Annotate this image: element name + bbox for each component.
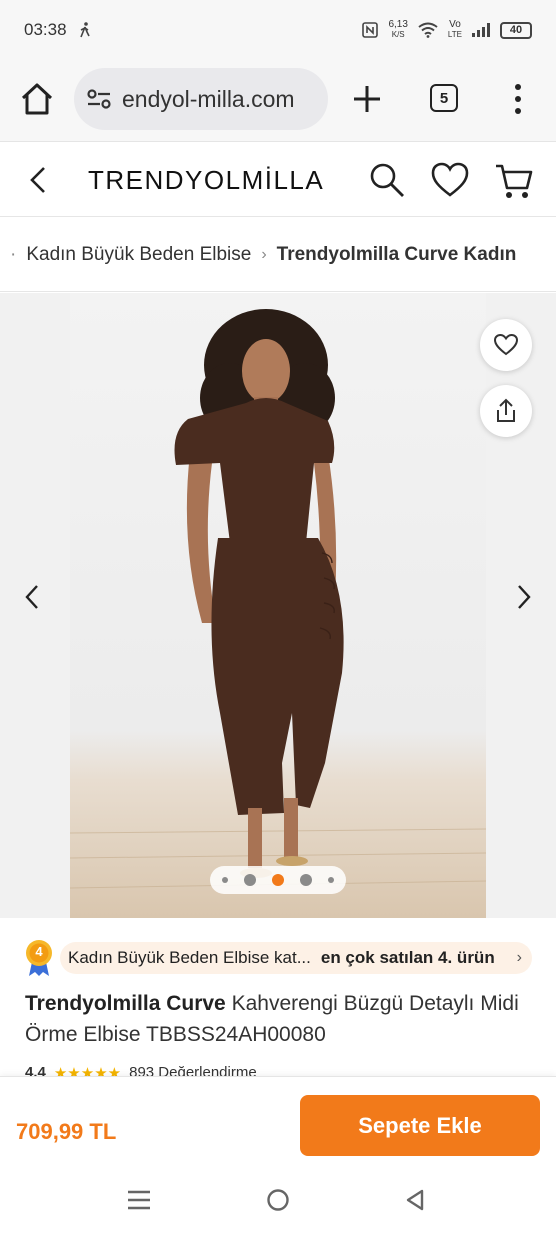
chevron-left-icon — [25, 585, 38, 609]
breadcrumb-item-current[interactable]: Trendyolmilla Curve Kadın — [277, 244, 517, 266]
status-time: 03:38 — [24, 20, 67, 39]
network-speed: 6,13 K/S — [388, 19, 408, 40]
bestseller-rank: en çok satılan 4. ürün — [320, 948, 495, 967]
menu-lines-icon — [128, 1190, 150, 1210]
status-bar: 03:38 6,13 K/S Vo LTE 40 — [0, 0, 556, 60]
address-bar[interactable]: endyol-milla.com — [74, 68, 328, 130]
heart-icon — [431, 162, 469, 197]
chevron-right-icon: › — [516, 949, 522, 966]
site-settings-icon[interactable] — [86, 86, 112, 112]
browser-menu-button[interactable] — [508, 82, 528, 116]
breadcrumb-separator-icon: › — [261, 245, 267, 263]
gallery-dot[interactable] — [244, 874, 256, 886]
site-logo[interactable]: TRENDYOLMİLLA — [88, 165, 324, 196]
cart-icon — [496, 164, 533, 198]
new-tab-button[interactable] — [352, 84, 382, 114]
gallery-dot[interactable] — [222, 877, 228, 883]
plus-icon — [354, 86, 380, 112]
gallery-dot[interactable] — [328, 877, 334, 883]
back-nav-button[interactable] — [404, 1188, 426, 1217]
favorite-button[interactable] — [480, 319, 532, 371]
product-brand[interactable]: Trendyolmilla Curve — [25, 992, 226, 1015]
home-icon — [21, 83, 53, 115]
breadcrumb-dot: · — [10, 243, 17, 265]
wifi-icon — [418, 22, 438, 38]
chevron-left-icon — [30, 167, 45, 193]
signal-icon — [472, 23, 490, 37]
product-price: 709,99 TL — [16, 1119, 117, 1144]
recents-button[interactable] — [126, 1188, 152, 1217]
rank-badge-number: 4 — [35, 944, 43, 959]
back-button[interactable] — [26, 165, 50, 200]
gallery-pagination[interactable] — [210, 866, 346, 894]
chevron-right-icon — [518, 585, 531, 609]
gallery-dot-active[interactable] — [272, 874, 284, 886]
product-photo-model — [70, 309, 486, 889]
gallery-dot[interactable] — [300, 874, 312, 886]
product-image[interactable] — [70, 293, 486, 918]
product-title: Trendyolmilla Curve Kahverengi Büzgü Det… — [25, 988, 535, 1050]
nfc-icon — [362, 22, 379, 38]
site-header: TRENDYOLMİLLA — [0, 143, 556, 217]
bestseller-category: Kadın Büyük Beden Elbise kat... — [68, 948, 311, 967]
more-vertical-icon — [515, 84, 521, 114]
breadcrumb-item[interactable]: Kadın Büyük Beden Elbise — [26, 244, 251, 266]
bestseller-banner[interactable]: 4 Kadın Büyük Beden Elbise kat... en çok… — [22, 940, 532, 976]
tab-count: 5 — [430, 84, 458, 112]
home-button[interactable] — [18, 80, 56, 118]
share-icon — [497, 398, 515, 422]
system-navigation-bar — [0, 1166, 556, 1235]
purchase-bar: 709,99 TL Sepete Ekle — [0, 1076, 556, 1166]
search-button[interactable] — [368, 161, 406, 204]
heart-icon — [493, 333, 519, 356]
add-to-cart-button[interactable]: Sepete Ekle — [300, 1095, 540, 1156]
search-icon — [370, 163, 404, 197]
circle-home-icon — [267, 1189, 289, 1211]
breadcrumb: · Kadın Büyük Beden Elbise › Trendyolmil… — [0, 218, 556, 292]
gallery-prev-button[interactable] — [22, 583, 42, 616]
share-button[interactable] — [480, 385, 532, 437]
product-gallery[interactable] — [0, 293, 556, 918]
rank-badge: 4 — [22, 938, 56, 978]
browser-toolbar: endyol-milla.com 5 — [0, 60, 556, 142]
gallery-next-button[interactable] — [514, 583, 534, 616]
volte-indicator: Vo LTE — [447, 19, 462, 40]
triangle-back-icon — [406, 1189, 424, 1211]
home-nav-button[interactable] — [266, 1188, 290, 1217]
battery-indicator: 40 — [500, 21, 532, 39]
cart-button[interactable] — [494, 161, 534, 206]
tab-switcher-button[interactable]: 5 — [430, 84, 458, 112]
walking-person-icon — [79, 22, 90, 38]
url-text[interactable]: endyol-milla.com — [122, 86, 295, 113]
bestseller-pill[interactable]: Kadın Büyük Beden Elbise kat... en çok s… — [60, 942, 532, 974]
favorites-button[interactable] — [430, 161, 470, 204]
